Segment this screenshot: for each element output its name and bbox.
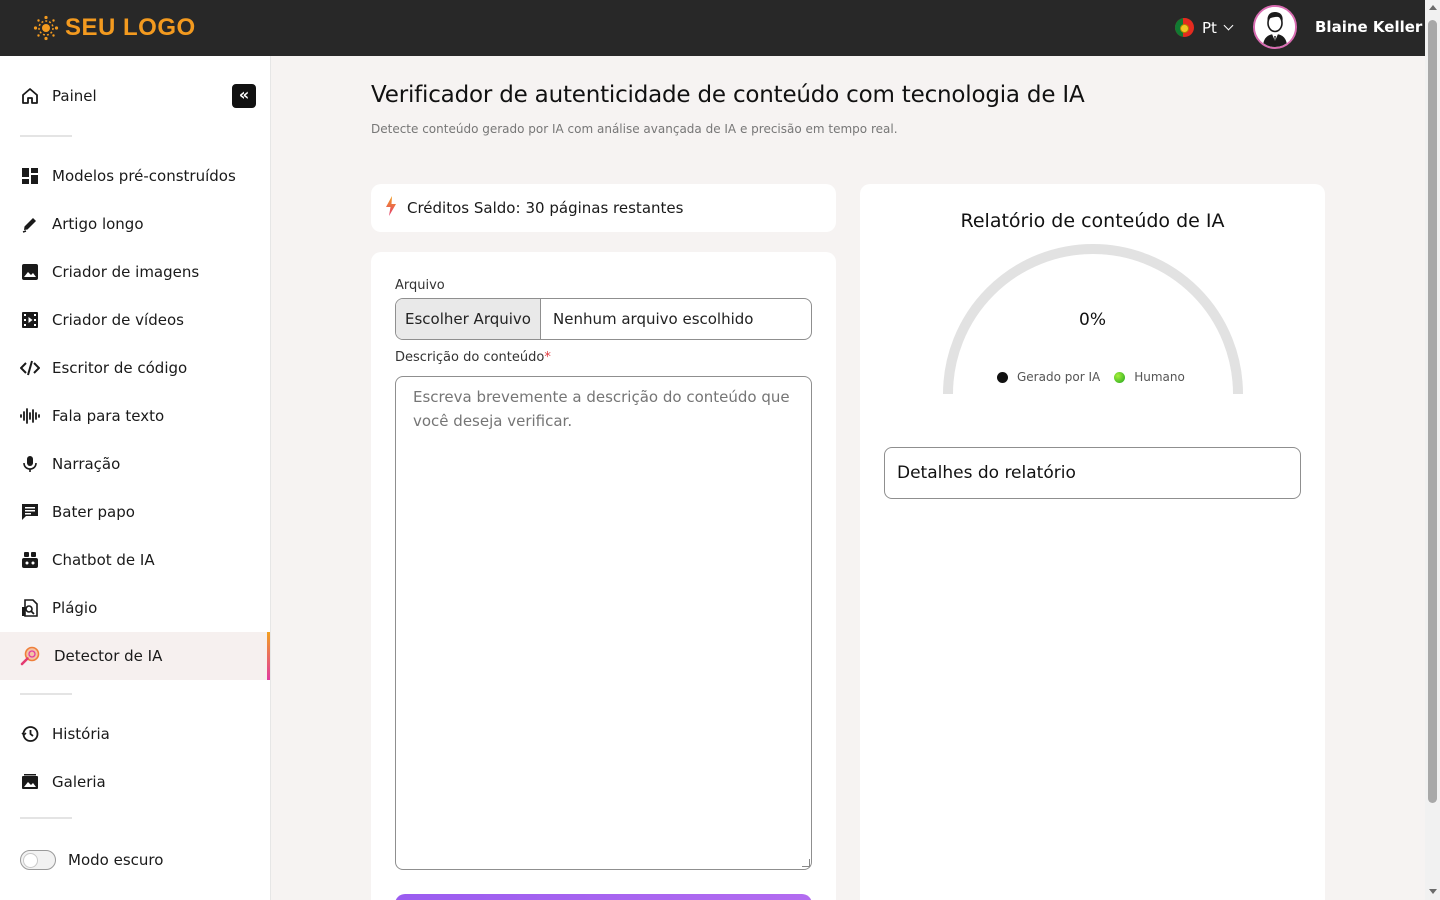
chevron-down-icon <box>1223 20 1234 31</box>
required-mark: * <box>544 350 551 365</box>
sidebar-item-label: Narração <box>52 455 121 473</box>
waveform-icon <box>20 406 40 426</box>
sidebar-item-criador-imagens[interactable]: Criador de imagens <box>0 248 270 296</box>
file-label: Arquivo <box>395 278 445 293</box>
home-icon <box>20 86 40 106</box>
sidebar-item-escritor-codigo[interactable]: Escritor de código <box>0 344 270 392</box>
image-icon <box>20 262 40 282</box>
legend-human-label: Humano <box>1134 370 1185 384</box>
plagiarism-icon <box>20 598 40 618</box>
report-card: Relatório de conteúdo de IA 0% Gerado po… <box>860 184 1325 900</box>
video-icon <box>20 310 40 330</box>
language-label: Pt <box>1202 18 1217 37</box>
page-scrollbar[interactable] <box>1425 0 1440 900</box>
sidebar-item-detector-ia[interactable]: Detector de IA <box>0 632 270 680</box>
sidebar-item-galeria[interactable]: Galeria <box>0 758 270 806</box>
microphone-icon <box>20 454 40 474</box>
sidebar-item-label: Criador de imagens <box>52 263 200 281</box>
sidebar-item-label: Criador de vídeos <box>52 311 184 329</box>
user-avatar-icon <box>1255 7 1295 47</box>
report-title: Relatório de conteúdo de IA <box>960 210 1225 232</box>
file-status: Nenhum arquivo escolhido <box>553 310 754 328</box>
sidebar-item-modelos[interactable]: Modelos pré-construídos <box>0 152 270 200</box>
page-title: Verificador de autenticidade de conteúdo… <box>371 82 1085 108</box>
report-details-section[interactable]: Detalhes do relatório <box>884 447 1301 499</box>
sidebar-item-fala-texto[interactable]: Fala para texto <box>0 392 270 440</box>
description-label-text: Descrição do conteúdo <box>395 350 545 365</box>
sidebar-item-criador-videos[interactable]: Criador de vídeos <box>0 296 270 344</box>
sidebar-item-chatbot[interactable]: Chatbot de IA <box>0 536 270 584</box>
user-name[interactable]: Blaine Keller <box>1315 18 1422 36</box>
sidebar-item-label: Galeria <box>52 773 106 791</box>
sidebar-item-plagio[interactable]: Plágio <box>0 584 270 632</box>
dashboard-icon <box>20 166 40 186</box>
gallery-icon <box>20 772 40 792</box>
lightning-icon <box>385 196 397 220</box>
sidebar-item-label: Artigo longo <box>52 215 144 233</box>
divider <box>20 693 72 695</box>
human-legend-dot <box>1114 371 1126 383</box>
language-selector[interactable]: Pt <box>1175 18 1234 37</box>
portugal-flag-icon <box>1175 18 1194 37</box>
divider <box>20 135 72 137</box>
description-label: Descrição do conteúdo* <box>395 350 551 365</box>
history-icon <box>20 724 40 744</box>
ai-score-percent: 0% <box>1079 310 1106 330</box>
avatar[interactable] <box>1253 5 1297 49</box>
upload-form: Arquivo Escolher Arquivo Nenhum arquivo … <box>371 252 836 900</box>
sidebar-item-label: História <box>52 725 110 743</box>
ai-legend-dot <box>997 371 1008 383</box>
robot-icon <box>20 550 40 570</box>
magnifier-icon <box>20 646 40 666</box>
resize-handle-icon[interactable] <box>802 859 810 867</box>
scroll-thumb[interactable] <box>1428 20 1437 803</box>
scroll-up-arrow-icon[interactable] <box>1429 5 1437 10</box>
logo[interactable]: SEU LOGO <box>33 14 196 42</box>
file-input[interactable]: Escolher Arquivo Nenhum arquivo escolhid… <box>395 298 812 340</box>
top-bar: SEU LOGO Pt Blaine Keller <box>0 0 1425 56</box>
sidebar-item-historia[interactable]: História <box>0 710 270 758</box>
sidebar-item-painel[interactable]: Painel <box>0 72 270 120</box>
sidebar-item-label: Fala para texto <box>52 407 165 425</box>
logo-text: SEU LOGO <box>65 14 196 41</box>
page-subtitle: Detecte conteúdo gerado por IA com análi… <box>371 122 898 136</box>
collapse-sidebar-button[interactable]: « <box>232 84 256 108</box>
submit-button[interactable] <box>395 894 812 900</box>
scroll-down-arrow-icon[interactable] <box>1429 889 1437 894</box>
sidebar-item-label: Plágio <box>52 599 98 617</box>
sidebar-item-narracao[interactable]: Narração <box>0 440 270 488</box>
pencil-icon <box>20 214 40 234</box>
credits-label: Créditos Saldo: <box>407 199 521 217</box>
code-icon <box>20 358 40 378</box>
sidebar-item-label: Escritor de código <box>52 359 188 377</box>
divider <box>20 817 72 819</box>
credits-value: 30 páginas restantes <box>525 199 684 217</box>
dark-mode-toggle[interactable] <box>20 850 56 870</box>
sidebar-item-label: Modelos pré-construídos <box>52 167 236 185</box>
sidebar-item-label: Painel <box>52 87 97 105</box>
gauge-legend: Gerado por IA Humano <box>997 370 1185 384</box>
sidebar-item-label: Detector de IA <box>54 647 163 665</box>
legend-ai-label: Gerado por IA <box>1017 370 1101 384</box>
sidebar: Painel « Modelos pré-construídos Artigo … <box>0 56 271 900</box>
sidebar-item-bater-papo[interactable]: Bater papo <box>0 488 270 536</box>
chat-icon <box>20 502 40 522</box>
logo-icon <box>33 15 59 41</box>
credits-card: Créditos Saldo: 30 páginas restantes <box>371 184 836 232</box>
dark-mode-label: Modo escuro <box>68 851 164 869</box>
sidebar-item-artigo-longo[interactable]: Artigo longo <box>0 200 270 248</box>
description-textarea[interactable] <box>395 376 812 870</box>
choose-file-button[interactable]: Escolher Arquivo <box>396 299 541 339</box>
sidebar-item-label: Bater papo <box>52 503 135 521</box>
sidebar-item-label: Chatbot de IA <box>52 551 155 569</box>
